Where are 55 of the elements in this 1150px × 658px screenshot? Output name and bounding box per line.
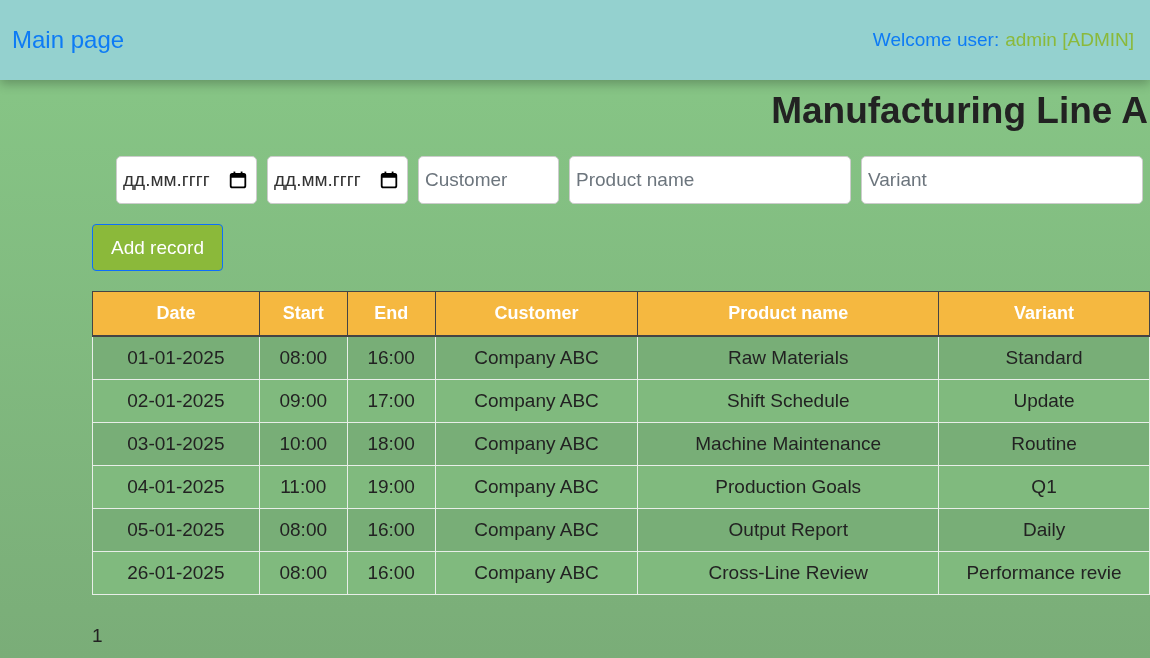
table-cell: Company ABC bbox=[435, 336, 638, 380]
table-cell: 05-01-2025 bbox=[92, 508, 260, 552]
table-cell: 08:00 bbox=[259, 336, 348, 380]
table-cell: 17:00 bbox=[347, 379, 436, 423]
table-cell: Daily bbox=[938, 508, 1150, 552]
input-field[interactable]: Customer bbox=[418, 156, 559, 204]
table-cell: Company ABC bbox=[435, 379, 638, 423]
table-cell: Machine Maintenance bbox=[637, 422, 939, 466]
table-cell: Q1 bbox=[938, 465, 1150, 509]
date-field[interactable]: дд.мм.гггг bbox=[267, 156, 408, 204]
column-header[interactable]: Start bbox=[259, 291, 348, 336]
user-name: admin [ADMIN] bbox=[1005, 29, 1134, 51]
table-cell: Update bbox=[938, 379, 1150, 423]
column-header[interactable]: Customer bbox=[435, 291, 638, 336]
table-cell: Company ABC bbox=[435, 551, 638, 595]
table-cell: Cross-Line Review bbox=[637, 551, 939, 595]
table-cell: 10:00 bbox=[259, 422, 348, 466]
table-cell: Production Goals bbox=[637, 465, 939, 509]
column-header[interactable]: Product name bbox=[637, 291, 939, 336]
table-cell: 19:00 bbox=[347, 465, 436, 509]
input-field[interactable]: Product name bbox=[569, 156, 851, 204]
calendar-icon bbox=[380, 171, 398, 189]
table-cell: 02-01-2025 bbox=[92, 379, 260, 423]
page-title: Manufacturing Line A bbox=[770, 90, 1149, 132]
welcome-label: Welcome user: bbox=[872, 29, 1000, 51]
table-cell: 08:00 bbox=[259, 508, 348, 552]
table-cell: 16:00 bbox=[347, 551, 436, 595]
table-cell: Raw Materials bbox=[637, 336, 939, 380]
table-cell: 11:00 bbox=[259, 465, 348, 509]
column-header[interactable]: Variant bbox=[938, 291, 1150, 336]
table-cell: 16:00 bbox=[347, 508, 436, 552]
table-cell: 26-01-2025 bbox=[92, 551, 260, 595]
column-header[interactable]: End bbox=[347, 291, 436, 336]
table-cell: Output Report bbox=[637, 508, 939, 552]
page-number[interactable]: 1 bbox=[92, 625, 103, 647]
table-cell: Shift Schedule bbox=[637, 379, 939, 423]
main-page-link[interactable]: Main page bbox=[12, 26, 125, 54]
table-cell: Company ABC bbox=[435, 465, 638, 509]
add-record-button[interactable]: Add record bbox=[92, 224, 223, 271]
table-cell: 01-01-2025 bbox=[92, 336, 260, 380]
table-cell: 18:00 bbox=[347, 422, 436, 466]
table-cell: Routine bbox=[938, 422, 1150, 466]
input-field[interactable]: Variant bbox=[861, 156, 1143, 204]
table-cell: 04-01-2025 bbox=[92, 465, 260, 509]
table-cell: Performance revie bbox=[938, 551, 1150, 595]
column-header[interactable]: Date bbox=[92, 291, 260, 336]
table-cell: 03-01-2025 bbox=[92, 422, 260, 466]
table-cell: Standard bbox=[938, 336, 1150, 380]
table-cell: Company ABC bbox=[435, 508, 638, 552]
table-cell: 16:00 bbox=[347, 336, 436, 380]
table-cell: Company ABC bbox=[435, 422, 638, 466]
date-field[interactable]: дд.мм.гггг bbox=[116, 156, 257, 204]
calendar-icon bbox=[229, 171, 247, 189]
table-cell: 08:00 bbox=[259, 551, 348, 595]
table-cell: 09:00 bbox=[259, 379, 348, 423]
